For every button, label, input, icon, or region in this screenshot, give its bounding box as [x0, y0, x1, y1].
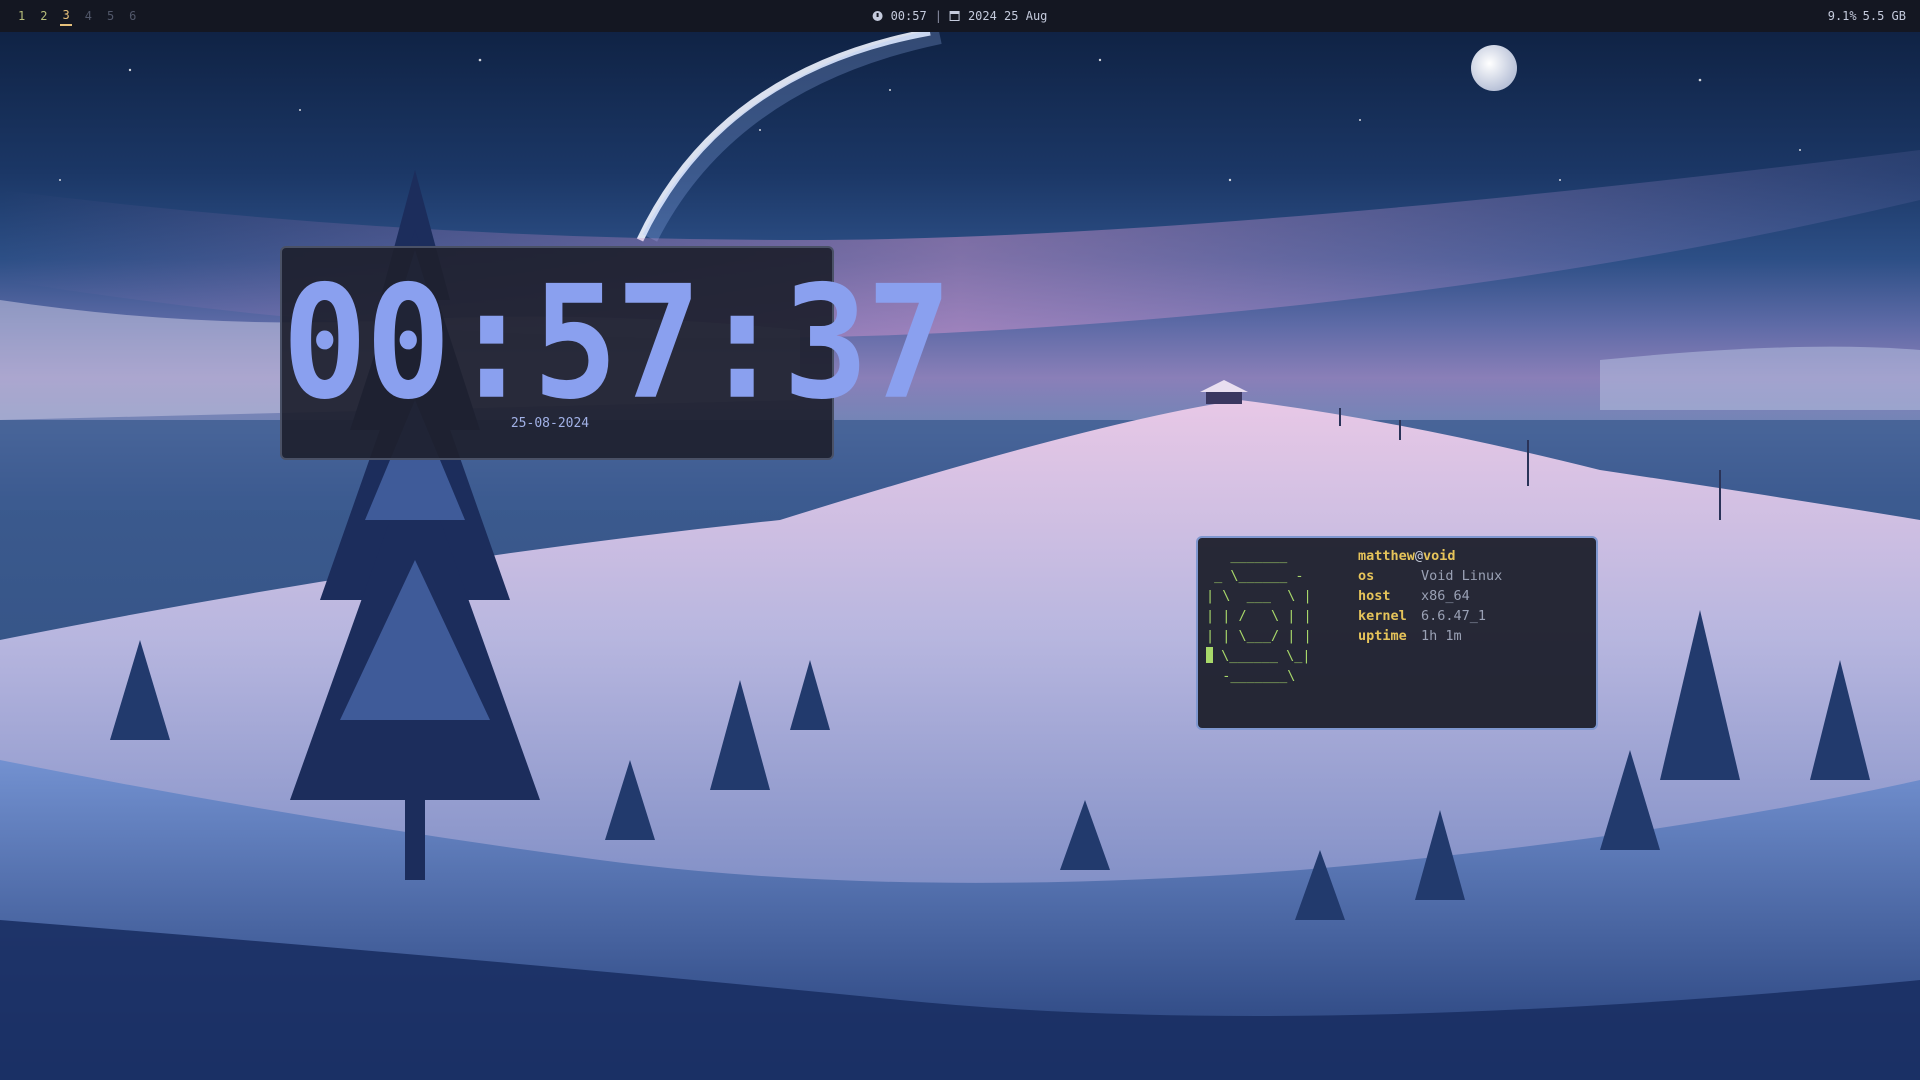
info-key: host — [1358, 588, 1391, 604]
at-sign: @ — [1414, 548, 1424, 564]
info-row-kernel: kernel 6.6.47_1 — [1358, 606, 1502, 626]
cpu-usage: 9.1% — [1827, 9, 1857, 23]
info-row-uptime: uptime 1h 1m — [1358, 626, 1502, 646]
workspace-2[interactable]: 2 — [38, 7, 49, 25]
workspace-5[interactable]: 5 — [105, 7, 116, 25]
clock-date: 25-08-2024 — [510, 416, 590, 431]
workspace-switcher: 1 2 3 4 5 6 — [16, 0, 138, 32]
hostname: void — [1423, 548, 1456, 564]
workspace-1[interactable]: 1 — [16, 7, 27, 25]
bar-time: 00:57 — [890, 9, 927, 23]
terminal-window[interactable]: _______ _ \______ - | \ ___ \ | | | / \ … — [1196, 536, 1598, 730]
info-value: 1h 1m — [1421, 628, 1462, 644]
info-key: uptime — [1358, 628, 1407, 644]
memory-usage: 5.5 GB — [1862, 9, 1906, 23]
datetime-module[interactable]: 00:57 | 2024 25 Aug — [872, 0, 1048, 32]
info-value: x86_64 — [1421, 588, 1470, 604]
bar-date: 2024 25 Aug — [967, 9, 1048, 23]
system-info: matthew @ void os Void Linux host x86_64 k… — [1358, 546, 1502, 646]
desktop-wallpaper — [0, 0, 1920, 1080]
ascii-logo-line-6: \______ \_| — [1213, 648, 1311, 664]
workspace-6[interactable]: 6 — [127, 7, 138, 25]
wallpaper-artwork — [0, 28, 1920, 1080]
ascii-logo-top: _______ _ \______ - | \ ___ \ | | | / \ … — [1206, 548, 1312, 644]
user-host-line: matthew @ void — [1358, 546, 1502, 566]
info-row-host: host x86_64 — [1358, 586, 1502, 606]
workspace-4[interactable]: 4 — [83, 7, 94, 25]
clock-icon — [872, 11, 883, 21]
info-key: os — [1358, 568, 1375, 584]
system-stats: 9.1% 5.5 GB — [1828, 0, 1906, 32]
info-row-os: os Void Linux — [1358, 566, 1502, 586]
bar-separator: | — [934, 9, 942, 23]
clock-time: 00:57:37 — [282, 252, 952, 435]
workspace-3[interactable]: 3 — [60, 6, 72, 26]
calendar-icon — [949, 11, 960, 21]
info-key: kernel — [1358, 608, 1407, 624]
clock-widget: 00:57:37 25-08-2024 — [280, 246, 952, 460]
top-status-bar: 1 2 3 4 5 6 00:57 | 2024 25 Aug 9.1% 5.5… — [0, 0, 1920, 32]
info-value: 6.6.47_1 — [1421, 608, 1487, 624]
ascii-logo-line-7: -_______\ — [1206, 668, 1296, 684]
terminal-cursor — [1206, 647, 1213, 663]
info-value: Void Linux — [1421, 568, 1503, 584]
void-ascii-logo: _______ _ \______ - | \ ___ \ | | | / \ … — [1206, 546, 1312, 686]
username: matthew — [1358, 548, 1415, 564]
